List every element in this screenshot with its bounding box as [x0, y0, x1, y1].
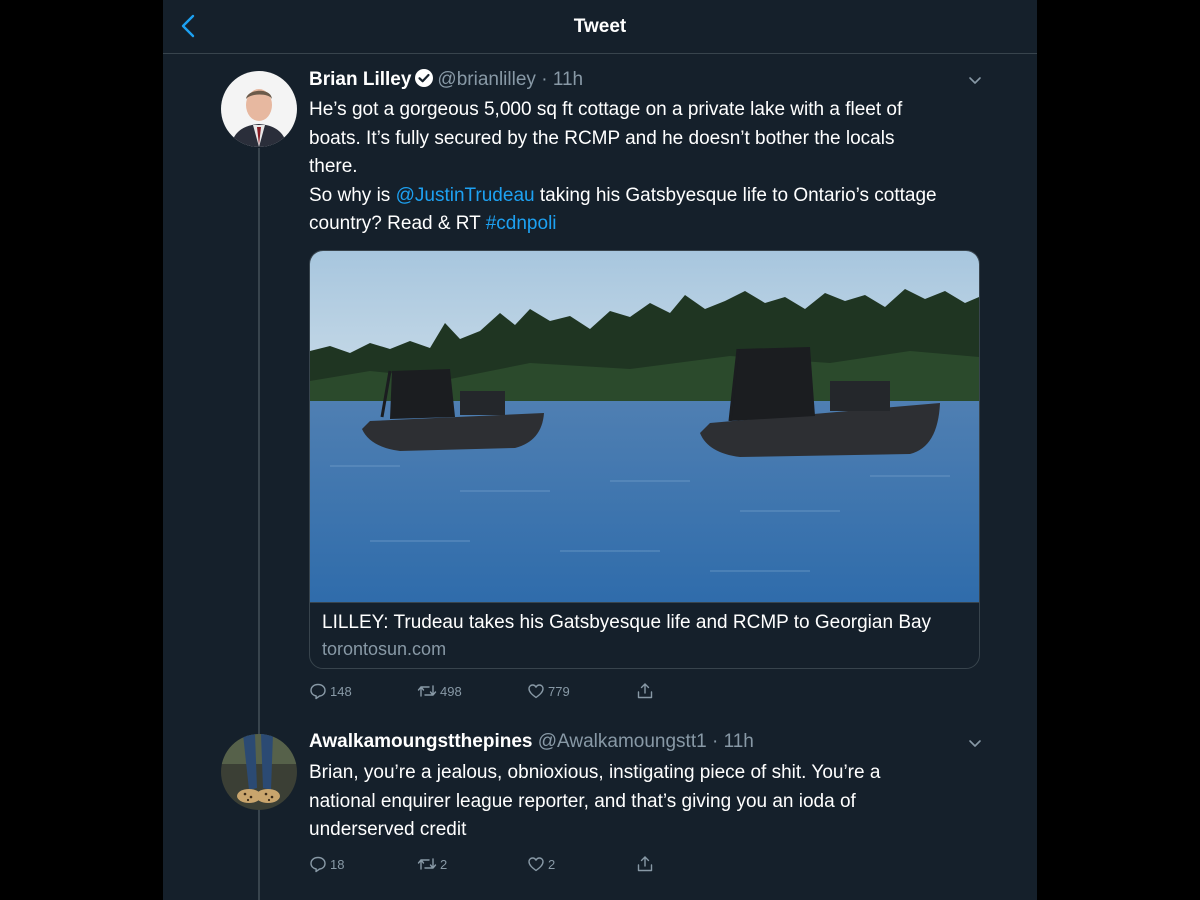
card-domain: torontosun.com: [322, 639, 447, 659]
reply-icon: [310, 856, 326, 873]
reply-time[interactable]: 11h: [724, 731, 754, 752]
tweet-text-line: there.: [309, 156, 358, 178]
like-button[interactable]: 779: [527, 681, 570, 701]
reply-text-line: national enquirer league reporter, and t…: [309, 790, 856, 812]
tweet-text-line: He’s got a gorgeous 5,000 sq ft cottage …: [309, 99, 903, 120]
like-icon: [528, 684, 544, 699]
retweet-button[interactable]: 498: [417, 681, 462, 701]
card-image: [310, 251, 979, 603]
reply-header: Awalkamoungstthepines @Awalkamoungstt1 ·…: [309, 731, 754, 753]
verified-badge-icon: [415, 69, 434, 87]
retweet-count: 498: [440, 683, 462, 699]
reply-icon: [310, 683, 326, 700]
chevron-down-icon[interactable]: [967, 735, 983, 751]
reply-button[interactable]: 148: [309, 681, 352, 701]
reply-count: 18: [330, 856, 345, 872]
text-segment: country? Read & RT: [309, 213, 486, 235]
text-segment: So why is: [309, 184, 396, 206]
share-button[interactable]: [636, 681, 657, 701]
chevron-down-icon[interactable]: [967, 72, 983, 88]
like-count: 779: [548, 683, 570, 699]
tweet-text-line: country? Read & RT #cdnpoli: [309, 210, 989, 239]
page-title: Tweet: [573, 16, 627, 37]
share-icon: [637, 856, 653, 872]
share-icon: [637, 683, 653, 699]
dot-separator: ·: [535, 69, 553, 90]
tweet-header: Brian Lilley @brianlilley · 11h: [309, 68, 583, 91]
reply-button[interactable]: 18: [309, 854, 344, 874]
reply-count: 148: [330, 683, 352, 699]
reply-text-line: Brian, you’re a jealous, obnioxious, ins…: [309, 762, 881, 783]
top-bar: Tweet: [163, 0, 1037, 54]
mention-link[interactable]: @JustinTrudeau: [396, 185, 535, 206]
retweet-button[interactable]: 2: [417, 854, 447, 874]
reply-author-name[interactable]: Awalkamoungstthepines: [309, 731, 532, 752]
tweet-panel: Tweet Brian Lilley @brianlilley · 11h He’…: [163, 0, 1037, 900]
text-segment: taking his Gatsbyesque life to Ontario’s…: [534, 184, 937, 206]
like-icon: [528, 857, 544, 872]
hashtag-link[interactable]: #cdnpoli: [486, 213, 557, 234]
reply-author-handle[interactable]: @Awalkamoungstt1: [538, 731, 707, 752]
tweet-time[interactable]: 11h: [553, 69, 583, 90]
author-handle[interactable]: @brianlilley: [437, 69, 536, 90]
share-button[interactable]: [636, 854, 657, 874]
card-title: LILLEY: Trudeau takes his Gatsbyesque li…: [322, 612, 932, 633]
tweet-text-line: So why is @JustinTrudeau taking his Gats…: [309, 182, 989, 211]
avatar-brian-lilley[interactable]: [221, 71, 297, 147]
reply-text: Brian, you’re a jealous, obnioxious, ins…: [309, 759, 989, 845]
dot-separator: ·: [706, 731, 724, 752]
avatar-awalkamoungstthepines[interactable]: [221, 734, 297, 810]
retweet-icon: [417, 685, 437, 697]
like-count: 2: [548, 856, 556, 872]
author-name[interactable]: Brian Lilley: [309, 69, 411, 90]
retweet-count: 2: [440, 856, 448, 872]
tweet-text-line: boats. It’s fully secured by the RCMP an…: [309, 127, 895, 149]
like-button[interactable]: 2: [527, 854, 555, 874]
tweet-text: He’s got a gorgeous 5,000 sq ft cottage …: [309, 96, 989, 239]
link-card[interactable]: LILLEY: Trudeau takes his Gatsbyesque li…: [309, 250, 980, 669]
reply-text-line: underserved credit: [309, 819, 467, 841]
retweet-icon: [417, 858, 437, 870]
